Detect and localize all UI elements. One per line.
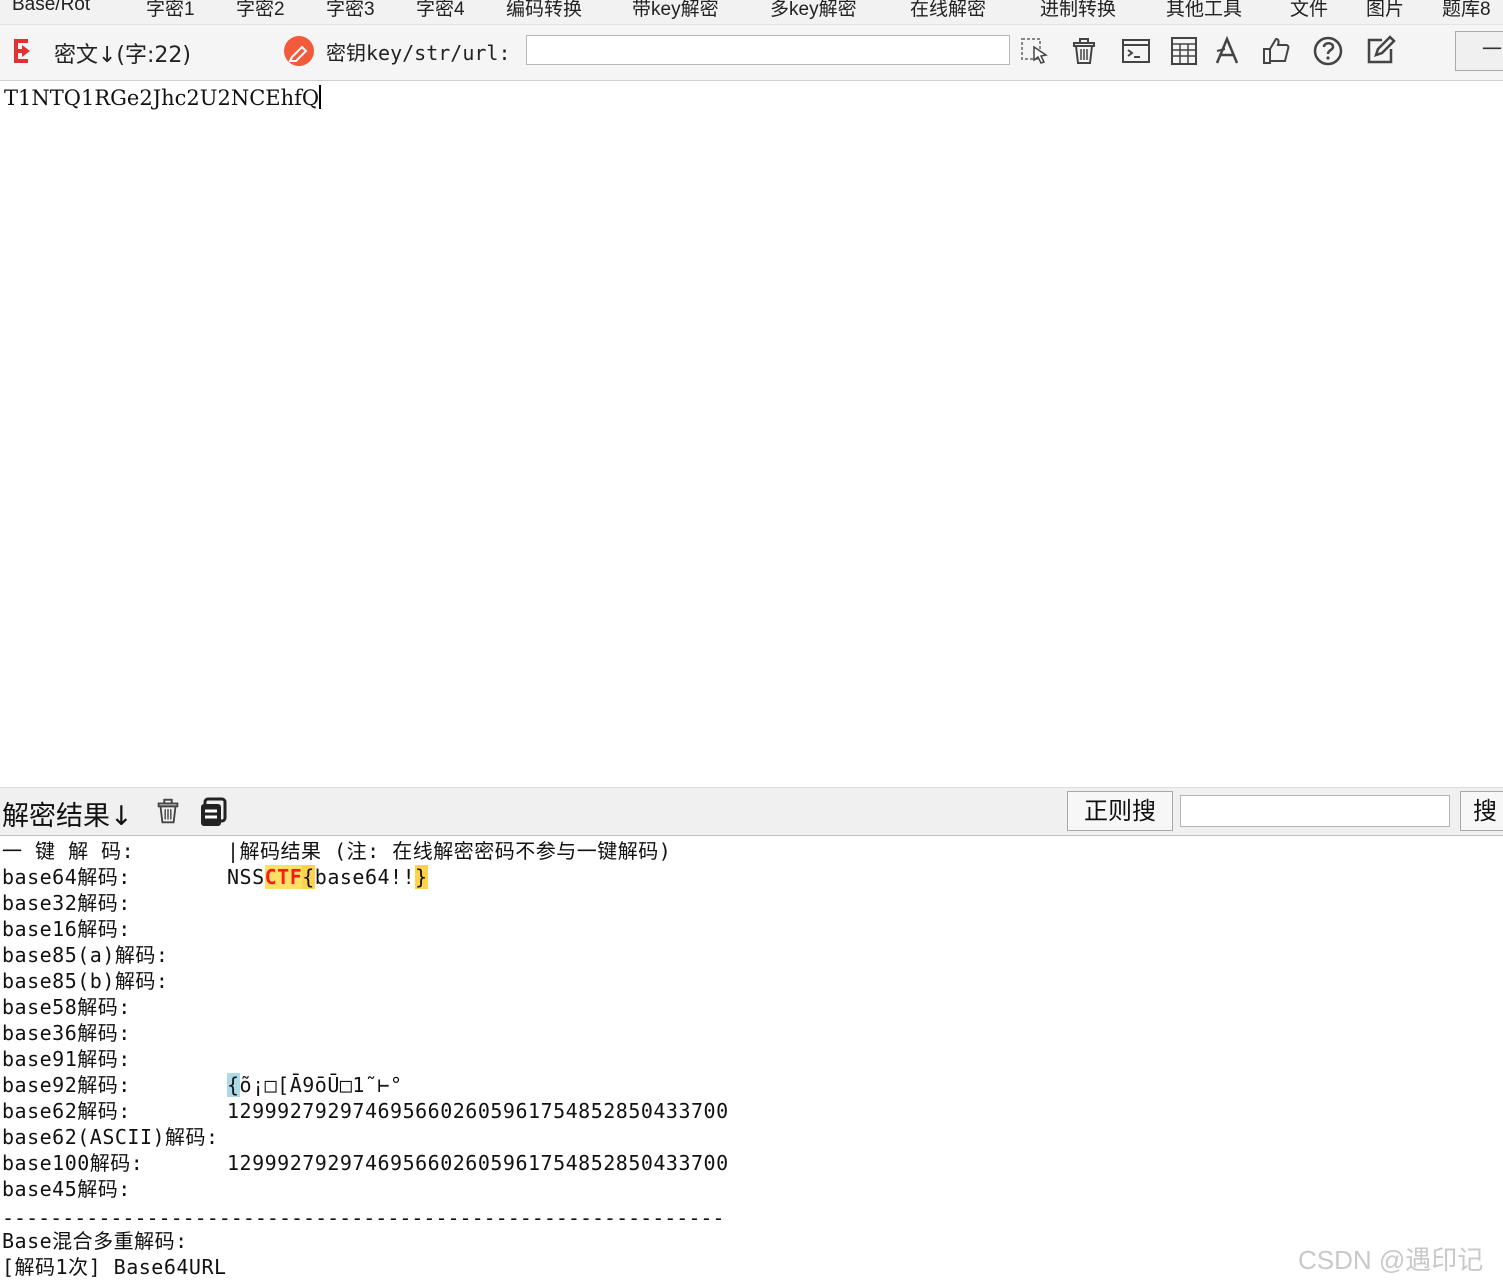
menu-online-decrypt[interactable]: 在线解密: [910, 0, 986, 21]
menu-other-tools[interactable]: 其他工具: [1166, 0, 1242, 21]
eraser-icon[interactable]: [283, 35, 315, 67]
result-label-base36: base36解码:: [2, 1021, 131, 1045]
cipher-text-area[interactable]: T1NTQ1RGe2Jhc2U2NCEhfQ: [0, 81, 1503, 787]
menu-zimi2[interactable]: 字密2: [236, 0, 285, 21]
result-label-base16: base16解码:: [2, 917, 131, 941]
flag-open-brace: {: [302, 865, 315, 889]
menu-multikey-decrypt[interactable]: 多key解密: [770, 0, 857, 21]
minimize-button[interactable]: 一: [1455, 31, 1503, 71]
help-icon[interactable]: [1312, 35, 1344, 67]
import-icon[interactable]: [8, 35, 40, 67]
result-header-value: |解码结果 (注: 在线解密密码不参与一键解码): [227, 839, 672, 863]
result-header-bar: 解密结果↓ 正则搜 搜: [0, 787, 1503, 836]
base92-brace-highlight: {: [227, 1073, 240, 1097]
cipher-label: 密文↓(字:22): [54, 43, 192, 68]
base92-text: õ¡□[Ā9ōŪ□1˜⊢°: [239, 1073, 403, 1097]
key-label-text: 密钥key/str/url:: [326, 41, 511, 65]
result-label-base91: base91解码:: [2, 1047, 131, 1071]
result-label-base45: base45解码:: [2, 1177, 131, 1201]
copy-results-icon[interactable]: [197, 796, 229, 828]
result-title: 解密结果↓: [2, 801, 133, 832]
key-input[interactable]: [526, 35, 1010, 65]
menu-zimi1[interactable]: 字密1: [146, 0, 195, 21]
menu-zimi4[interactable]: 字密4: [416, 0, 465, 21]
result-text-area[interactable]: 一 键 解 码: |解码结果 (注: 在线解密密码不参与一键解码) base64…: [0, 836, 1503, 1285]
menu-key-decrypt[interactable]: 带key解密: [632, 0, 719, 21]
menu-bar: Base/Rot 字密1 字密2 字密3 字密4 编码转换 带key解密 多ke…: [0, 0, 1503, 25]
calculator-icon[interactable]: [1168, 35, 1200, 67]
result-label-base58: base58解码:: [2, 995, 131, 1019]
text-caret: [319, 85, 322, 109]
result-label-base85a: base85(a)解码:: [2, 943, 169, 967]
trash-icon[interactable]: [1068, 35, 1100, 67]
terminal-icon[interactable]: [1120, 35, 1152, 67]
flag-content: base64!!: [314, 865, 416, 889]
key-label: 密钥key/str/url:: [326, 37, 511, 66]
regex-search-button[interactable]: 正则搜: [1067, 791, 1173, 831]
edit-icon[interactable]: [1364, 35, 1396, 67]
menu-encoding[interactable]: 编码转换: [506, 0, 582, 21]
result-label-base92: base92解码:: [2, 1073, 131, 1097]
regex-search-input[interactable]: [1180, 795, 1450, 827]
result-header-label: 一 键 解 码:: [2, 839, 135, 863]
csdn-watermark: CSDN @遇印记: [1298, 1245, 1484, 1275]
mixed-decode-line: [解码1次] Base64URL: [2, 1255, 227, 1279]
mixed-decode-label: Base混合多重解码:: [2, 1229, 188, 1253]
menu-image[interactable]: 图片: [1366, 0, 1404, 21]
thumbs-up-icon[interactable]: [1260, 35, 1292, 67]
flag-ctf-highlight: CTF: [264, 865, 303, 889]
search-button[interactable]: 搜: [1460, 791, 1503, 831]
menu-question-bank[interactable]: 题库8: [1442, 0, 1491, 21]
flag-close-brace: }: [415, 865, 428, 889]
result-label-base85b: base85(b)解码:: [2, 969, 169, 993]
menu-base-rot[interactable]: Base/Rot: [12, 0, 90, 16]
result-value-base92: {õ¡□[Ā9ōŪ□1˜⊢°: [227, 1072, 403, 1098]
result-separator: ----------------------------------------…: [2, 1206, 725, 1230]
menu-radix[interactable]: 进制转换: [1040, 0, 1116, 21]
result-value-base62: 12999279297469566026059617548528504337​0…: [227, 1099, 729, 1123]
result-label-base64: base64解码:: [2, 865, 131, 889]
menu-zimi3[interactable]: 字密3: [326, 0, 375, 21]
cipher-text[interactable]: T1NTQ1RGe2Jhc2U2NCEhfQ: [4, 85, 322, 110]
result-label-base32: base32解码:: [2, 891, 131, 915]
font-icon[interactable]: [1213, 35, 1245, 67]
toolbar: 密文↓(字:22) 密钥key/str/url: 一: [0, 25, 1503, 81]
flag-prefix: NSS: [227, 865, 265, 889]
cipher-text-value: T1NTQ1RGe2Jhc2U2NCEhfQ: [4, 86, 320, 110]
result-value-base100: 12999279297469566026059617548528504337​0…: [227, 1151, 729, 1175]
menu-file[interactable]: 文件: [1290, 0, 1328, 21]
select-pointer-icon[interactable]: [1020, 35, 1052, 67]
result-value-base64: NSSCTF{base64!!}: [227, 864, 428, 890]
clear-results-trash-icon[interactable]: [153, 796, 183, 826]
result-label-base62-ascii: base62(ASCII)解码:: [2, 1125, 219, 1149]
result-label-base100: base100解码:: [2, 1151, 144, 1175]
result-label-base62: base62解码:: [2, 1099, 131, 1123]
